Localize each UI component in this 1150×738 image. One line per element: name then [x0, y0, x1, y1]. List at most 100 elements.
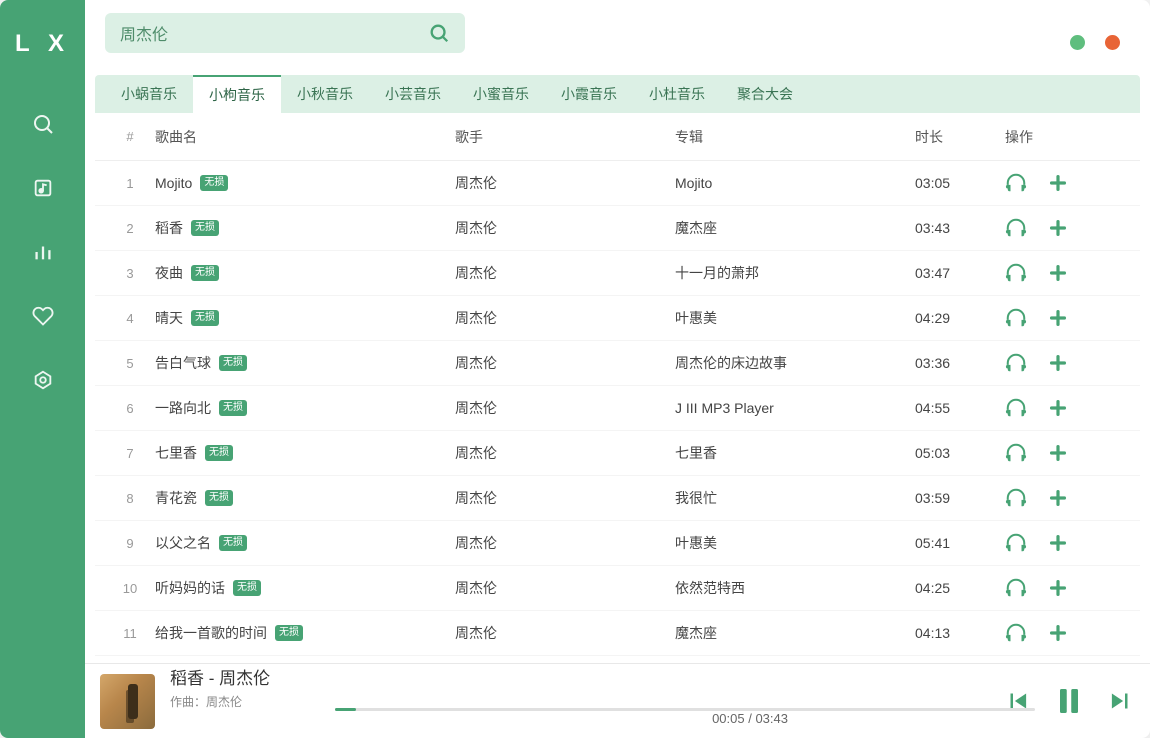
listen-icon[interactable] [1005, 577, 1027, 599]
nav-playlist-icon[interactable] [30, 175, 56, 201]
tab-source-6[interactable]: 小杜音乐 [633, 75, 721, 113]
row-actions [1005, 397, 1125, 419]
add-icon[interactable] [1047, 397, 1069, 419]
row-index: 9 [105, 536, 155, 551]
pause-button[interactable] [1051, 683, 1087, 719]
add-icon[interactable] [1047, 577, 1069, 599]
close-button[interactable] [1105, 35, 1120, 50]
row-index: 10 [105, 581, 155, 596]
listen-icon[interactable] [1005, 397, 1027, 419]
next-button[interactable] [1105, 686, 1135, 716]
table-row[interactable]: 11给我一首歌的时间无损周杰伦魔杰座04:13 [95, 611, 1140, 656]
row-index: 11 [105, 626, 155, 641]
album-name: 我很忙 [675, 488, 915, 508]
song-name: 给我一首歌的时间无损 [155, 623, 455, 643]
add-icon[interactable] [1047, 217, 1069, 239]
row-actions [1005, 577, 1125, 599]
add-icon[interactable] [1047, 487, 1069, 509]
add-icon[interactable] [1047, 352, 1069, 374]
album-cover[interactable] [100, 674, 155, 729]
album-name: 周杰伦的床边故事 [675, 353, 915, 373]
table-row[interactable]: 3夜曲无损周杰伦十一月的萧邦03:47 [95, 251, 1140, 296]
tab-source-0[interactable]: 小蜗音乐 [105, 75, 193, 113]
row-actions [1005, 352, 1125, 374]
tab-source-3[interactable]: 小芸音乐 [369, 75, 457, 113]
add-icon[interactable] [1047, 622, 1069, 644]
tab-source-7[interactable]: 聚合大会 [721, 75, 809, 113]
artist-name: 周杰伦 [455, 263, 675, 283]
album-name: 叶惠美 [675, 533, 915, 553]
nav-heart-icon[interactable] [30, 303, 56, 329]
song-name: 夜曲无损 [155, 263, 455, 283]
duration: 03:43 [915, 220, 1005, 236]
table-row[interactable]: 2稻香无损周杰伦魔杰座03:43 [95, 206, 1140, 251]
table-row[interactable]: 5告白气球无损周杰伦周杰伦的床边故事03:36 [95, 341, 1140, 386]
add-icon[interactable] [1047, 262, 1069, 284]
row-actions [1005, 172, 1125, 194]
add-icon[interactable] [1047, 532, 1069, 554]
add-icon[interactable] [1047, 172, 1069, 194]
progress-bar[interactable] [335, 708, 1035, 711]
add-icon[interactable] [1047, 307, 1069, 329]
search-icon[interactable] [428, 22, 450, 44]
search-input[interactable] [120, 24, 428, 42]
duration: 05:03 [915, 445, 1005, 461]
nav-settings-icon[interactable] [30, 367, 56, 393]
add-icon[interactable] [1047, 442, 1069, 464]
song-name: Mojito无损 [155, 175, 455, 191]
artist-name: 周杰伦 [455, 398, 675, 418]
table-row[interactable]: 1Mojito无损周杰伦Mojito03:05 [95, 161, 1140, 206]
tab-source-4[interactable]: 小蜜音乐 [457, 75, 545, 113]
logo: L X [15, 30, 70, 58]
listen-icon[interactable] [1005, 352, 1027, 374]
nav-chart-icon[interactable] [30, 239, 56, 265]
table-row[interactable]: 10听妈妈的话无损周杰伦依然范特西04:25 [95, 566, 1140, 611]
listen-icon[interactable] [1005, 532, 1027, 554]
table-row[interactable]: 4晴天无损周杰伦叶惠美04:29 [95, 296, 1140, 341]
album-name: Mojito [675, 175, 915, 191]
artist-name: 周杰伦 [455, 218, 675, 238]
tab-source-5[interactable]: 小霞音乐 [545, 75, 633, 113]
quality-badge: 无损 [219, 355, 247, 371]
nav-search-icon[interactable] [30, 111, 56, 137]
artist-name: 周杰伦 [455, 488, 675, 508]
listen-icon[interactable] [1005, 622, 1027, 644]
song-name: 七里香无损 [155, 443, 455, 463]
table-row[interactable]: 9以父之名无损周杰伦叶惠美05:41 [95, 521, 1140, 566]
listen-icon[interactable] [1005, 307, 1027, 329]
table-row[interactable]: 8青花瓷无损周杰伦我很忙03:59 [95, 476, 1140, 521]
quality-badge: 无损 [191, 265, 219, 281]
col-index: # [105, 129, 155, 144]
listen-icon[interactable] [1005, 262, 1027, 284]
window-controls [1070, 35, 1120, 50]
listen-icon[interactable] [1005, 487, 1027, 509]
listen-icon[interactable] [1005, 442, 1027, 464]
minimize-button[interactable] [1070, 35, 1085, 50]
quality-badge: 无损 [205, 445, 233, 461]
prev-button[interactable] [1003, 686, 1033, 716]
row-index: 6 [105, 401, 155, 416]
time-current: 00:05 [712, 711, 745, 726]
duration: 04:25 [915, 580, 1005, 596]
progress-fill [335, 708, 356, 711]
table-row[interactable]: 7七里香无损周杰伦七里香05:03 [95, 431, 1140, 476]
listen-icon[interactable] [1005, 172, 1027, 194]
duration: 03:47 [915, 265, 1005, 281]
player-controls [1003, 683, 1135, 719]
quality-badge: 无损 [275, 625, 303, 641]
table-row[interactable]: 6一路向北无损周杰伦J III MP3 Player04:55 [95, 386, 1140, 431]
row-actions [1005, 307, 1125, 329]
row-index: 3 [105, 266, 155, 281]
tab-source-2[interactable]: 小秋音乐 [281, 75, 369, 113]
album-name: 魔杰座 [675, 623, 915, 643]
album-name: 叶惠美 [675, 308, 915, 328]
song-name: 晴天无损 [155, 308, 455, 328]
song-name: 一路向北无损 [155, 398, 455, 418]
duration: 03:36 [915, 355, 1005, 371]
tab-source-1[interactable]: 小枸音乐 [193, 75, 281, 113]
player-time: 00:05 / 03:43 [712, 711, 788, 726]
duration: 04:29 [915, 310, 1005, 326]
now-playing-title: 稻香 - 周杰伦 [170, 664, 988, 689]
duration: 05:41 [915, 535, 1005, 551]
listen-icon[interactable] [1005, 217, 1027, 239]
